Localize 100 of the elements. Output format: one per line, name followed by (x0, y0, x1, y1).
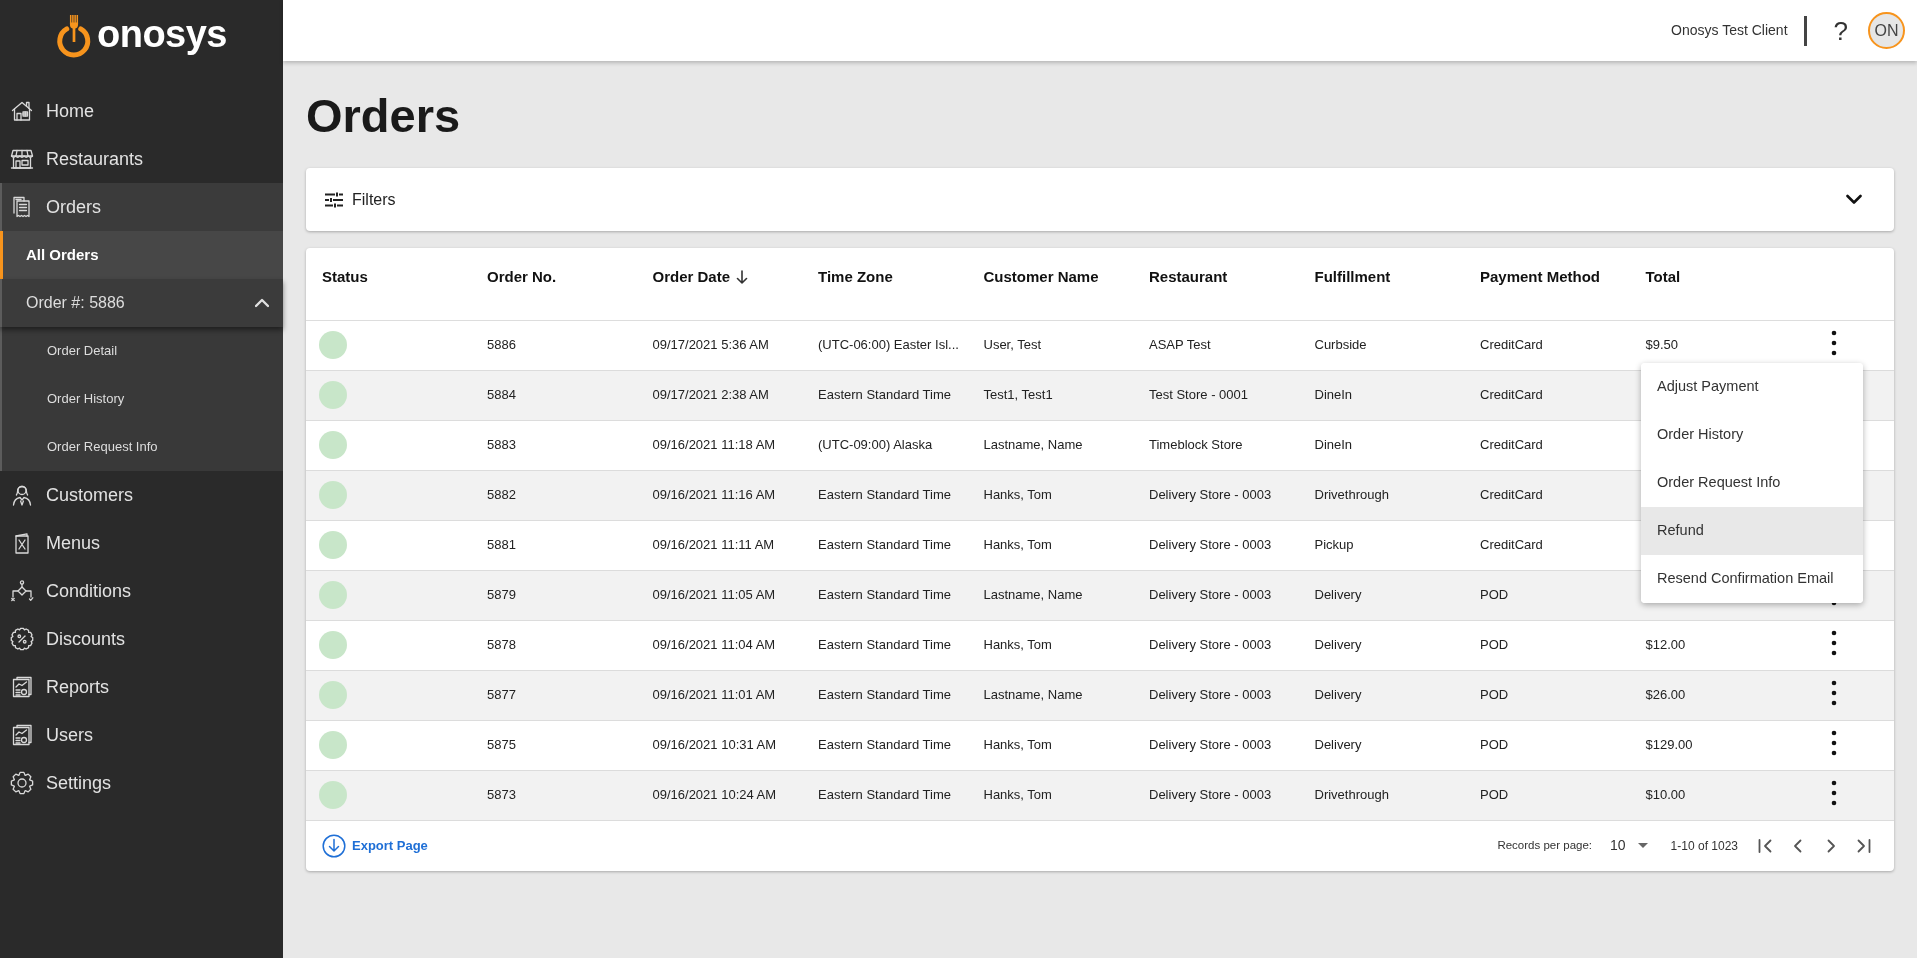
table-cell: 09/17/2021 2:38 AM (652, 387, 769, 403)
nav-subitem[interactable]: Order History (0, 375, 283, 423)
person-icon (10, 483, 34, 507)
table-cell: 09/16/2021 10:31 AM (652, 737, 777, 753)
table-cell: Curbside (1314, 337, 1367, 353)
avatar[interactable]: ON (1868, 12, 1905, 49)
column-header[interactable]: Order Date (652, 266, 731, 289)
sliders-icon (324, 191, 344, 208)
table-cell: 09/17/2021 5:36 AM (652, 337, 769, 353)
table-cell: Eastern Standard Time (818, 687, 951, 703)
records-per-page-select[interactable]: 10 (1610, 835, 1648, 856)
table-cell: Eastern Standard Time (818, 787, 951, 803)
table-cell: $12.00 (1645, 637, 1686, 653)
table-cell: 09/16/2021 11:01 AM (652, 687, 776, 703)
column-header[interactable]: Time Zone (818, 266, 893, 289)
filters-panel[interactable]: Filters (306, 168, 1894, 231)
percent-badge-icon (10, 627, 34, 651)
table-cell: Eastern Standard Time (818, 737, 951, 753)
table-cell: 5881 (487, 537, 516, 553)
table-cell: Lastname, Name (983, 587, 1083, 603)
table-cell: Delivery (1314, 587, 1362, 603)
nav-item[interactable]: Users (0, 711, 283, 759)
column-header[interactable]: Customer Name (983, 266, 1099, 289)
table-cell: Lastname, Name (983, 687, 1083, 703)
nav-item[interactable]: Menus (0, 519, 283, 567)
table-cell: Hanks, Tom (983, 537, 1052, 553)
table-cell: 09/16/2021 11:18 AM (652, 437, 776, 453)
table-cell: 09/16/2021 10:24 AM (652, 787, 777, 803)
table-cell: 5873 (487, 787, 516, 803)
table-cell: $26.00 (1645, 687, 1686, 703)
table-cell: 5882 (487, 487, 516, 503)
table-cell: 5883 (487, 437, 516, 453)
nav-item[interactable]: Discounts (0, 615, 283, 663)
table-cell: Eastern Standard Time (818, 587, 951, 603)
nav-subitem[interactable]: Order #: 5886 (0, 279, 283, 327)
caret-down-icon (1637, 843, 1648, 848)
column-header[interactable]: Restaurant (1149, 266, 1228, 289)
column-header[interactable]: Fulfillment (1314, 266, 1391, 289)
column-header[interactable]: Total (1645, 266, 1681, 289)
report-chart-icon (10, 675, 34, 699)
vertical-dots-icon (1831, 680, 1837, 707)
home-icon (10, 99, 34, 123)
logo-wordmark: onosys (96, 12, 227, 56)
table-cell: POD (1480, 687, 1509, 703)
menu-item[interactable]: Adjust Payment (1641, 363, 1863, 411)
table-cell: POD (1480, 737, 1509, 753)
table-cell: Hanks, Tom (983, 737, 1052, 753)
table-cell: Hanks, Tom (983, 487, 1052, 503)
table-cell: Delivery (1314, 737, 1362, 753)
table-cell: 09/16/2021 11:04 AM (652, 637, 776, 653)
table-cell: CreditCard (1480, 387, 1543, 403)
table-cell: Pickup (1314, 537, 1354, 553)
table-cell: 5884 (487, 387, 516, 403)
gear-icon (10, 771, 34, 795)
table-cell: POD (1480, 587, 1509, 603)
nav-item[interactable]: Customers (0, 471, 283, 519)
table-cell: Delivery Store - 0003 (1149, 687, 1272, 703)
table-cell: Delivery (1314, 637, 1362, 653)
table-cell: Delivery Store - 0003 (1149, 637, 1272, 653)
table-cell: Delivery (1314, 687, 1362, 703)
table-cell: $9.50 (1645, 337, 1679, 353)
nav-item[interactable]: Conditions (0, 567, 283, 615)
nav-item[interactable]: Settings (0, 759, 283, 807)
table-cell: 5877 (487, 687, 516, 703)
menu-item[interactable]: Refund (1641, 507, 1863, 555)
table-cell: 09/16/2021 11:11 AM (652, 537, 775, 553)
menu-item[interactable]: Order History (1641, 411, 1863, 459)
help-button[interactable]: ? (1833, 17, 1848, 44)
table-cell: Delivery Store - 0003 (1149, 737, 1272, 753)
vertical-dots-icon (1831, 330, 1837, 357)
table-cell: CreditCard (1480, 537, 1543, 553)
table-cell: ASAP Test (1149, 337, 1211, 353)
table-cell: Eastern Standard Time (818, 537, 951, 553)
filters-label: Filters (352, 189, 396, 210)
export-page-link[interactable]: Export Page (322, 833, 428, 858)
table-cell: CreditCard (1480, 437, 1543, 453)
table-cell: 5878 (487, 637, 516, 653)
column-header[interactable]: Status (322, 266, 368, 289)
table-cell: CreditCard (1480, 487, 1543, 503)
menu-item[interactable]: Order Request Info (1641, 459, 1863, 507)
table-cell: Delivery Store - 0003 (1149, 537, 1272, 553)
nav-subitem[interactable]: Order Detail (0, 327, 283, 375)
table-cell: Timeblock Store (1149, 437, 1243, 453)
nav-subitem[interactable]: Order Request Info (0, 423, 283, 471)
table-cell: POD (1480, 787, 1509, 803)
nav-item[interactable]: Orders (0, 183, 283, 231)
table-cell: Drivethrough (1314, 487, 1389, 503)
column-header[interactable]: Payment Method (1480, 266, 1600, 289)
vertical-dots-icon (1831, 630, 1837, 657)
column-header[interactable]: Order No. (487, 266, 557, 289)
menu-item[interactable]: Resend Confirmation Email (1641, 555, 1863, 603)
download-icon (322, 833, 346, 858)
nav-item[interactable]: Restaurants (0, 135, 283, 183)
vertical-dots-icon (1831, 730, 1837, 757)
nav-subitem[interactable]: All Orders (0, 231, 283, 279)
nav-item[interactable]: Reports (0, 663, 283, 711)
table-cell: 5875 (487, 737, 516, 753)
report-chart-icon (10, 723, 34, 747)
nav-item[interactable]: Home (0, 87, 283, 135)
table-cell: Eastern Standard Time (818, 637, 951, 653)
